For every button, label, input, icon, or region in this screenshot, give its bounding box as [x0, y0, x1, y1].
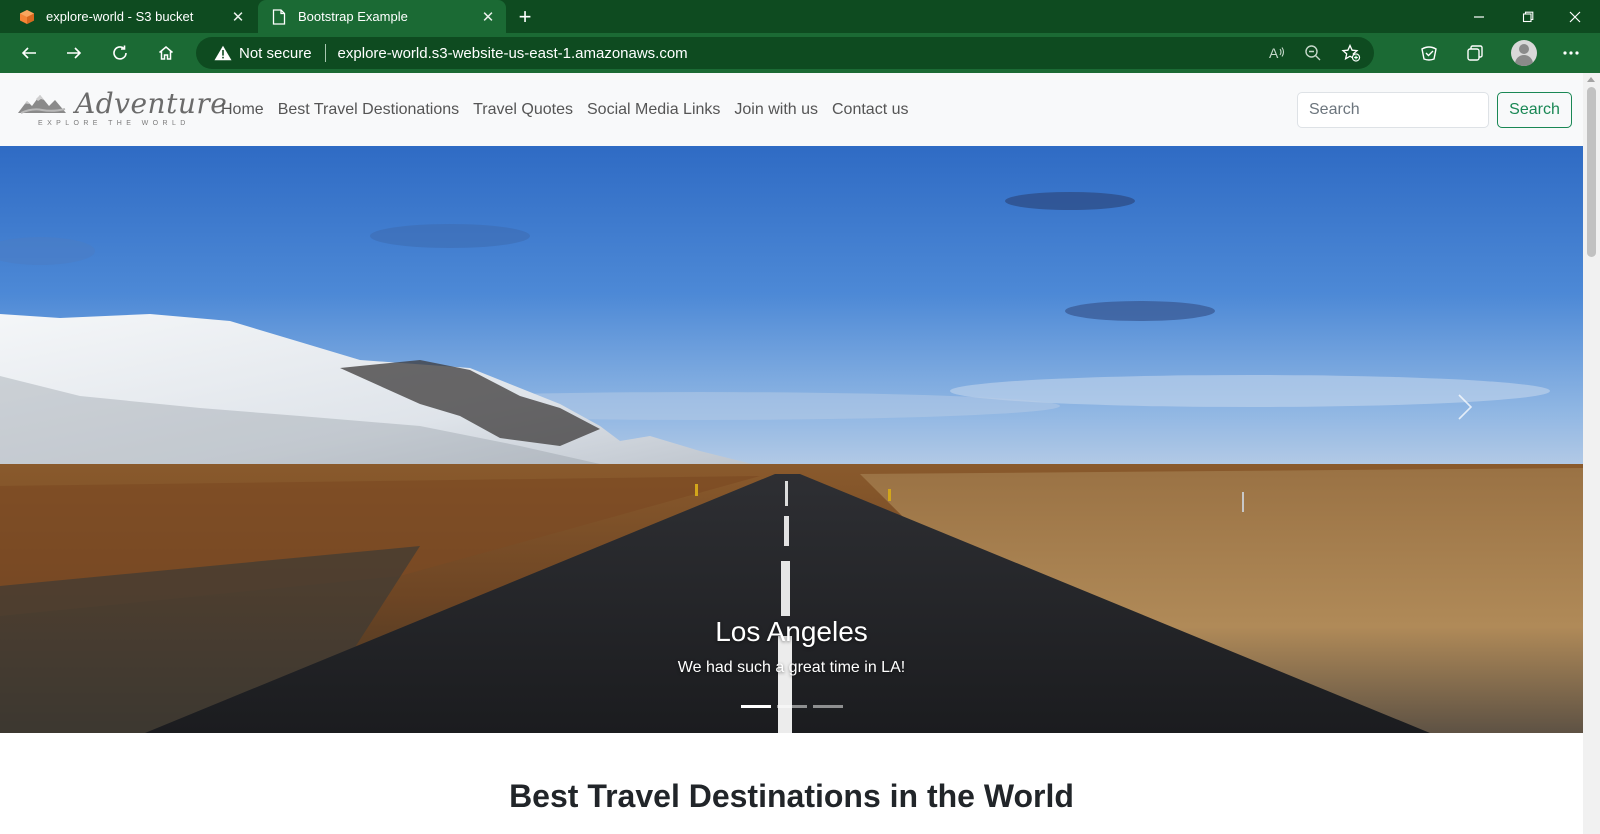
window-close-icon[interactable] — [1552, 0, 1598, 33]
zoom-out-icon[interactable] — [1298, 38, 1328, 68]
security-label[interactable]: Not secure — [239, 45, 312, 62]
carousel-indicator-2[interactable] — [776, 705, 807, 708]
forward-arrow-icon[interactable] — [58, 38, 90, 68]
hero-carousel: Los Angeles We had such a great time in … — [0, 146, 1583, 733]
search-input[interactable] — [1297, 92, 1489, 128]
close-icon[interactable]: ✕ — [476, 5, 500, 29]
browser-tab-strip: explore-world - S3 bucket ✕ Bootstrap Ex… — [0, 0, 1600, 33]
carousel-caption-title: Los Angeles — [715, 616, 868, 647]
carousel-caption-text: We had such a great time in LA! — [677, 659, 906, 676]
profile-avatar-icon[interactable] — [1511, 40, 1537, 66]
nav-link-home[interactable]: Home — [214, 101, 271, 119]
browser-toolbar: Not secure explore-world.s3-website-us-e… — [0, 33, 1600, 73]
tab-bootstrap-example[interactable]: Bootstrap Example ✕ — [258, 0, 506, 33]
page-icon — [270, 8, 288, 26]
nav-links: Home Best Travel Destionations Travel Qu… — [214, 73, 915, 146]
scroll-up-arrow-icon[interactable] — [1587, 77, 1595, 82]
section-heading: Best Travel Destinations in the World — [509, 778, 1074, 814]
add-favorite-star-icon[interactable] — [1336, 38, 1366, 68]
home-icon[interactable] — [150, 38, 182, 68]
nav-link-join[interactable]: Join with us — [727, 101, 825, 119]
tab-s3-bucket[interactable]: explore-world - S3 bucket ✕ — [0, 0, 256, 33]
minimize-icon[interactable] — [1456, 0, 1502, 33]
svg-text:A: A — [1269, 45, 1279, 61]
mountain-logo-icon — [18, 95, 66, 114]
tab-title: Bootstrap Example — [298, 9, 408, 24]
refresh-icon[interactable] — [104, 38, 136, 68]
scrollbar-thumb[interactable] — [1587, 87, 1596, 257]
restore-icon[interactable] — [1505, 0, 1551, 33]
brand-tagline: EXPLORE THE WORLD — [38, 120, 190, 127]
carousel-indicator-1[interactable] — [740, 705, 771, 708]
carousel-prev-control[interactable] — [98, 382, 138, 432]
page-viewport: Adventure EXPLORE THE WORLD Home Best Tr… — [0, 73, 1583, 834]
carousel-next-chevron-icon[interactable] — [1445, 382, 1485, 432]
read-aloud-icon[interactable]: A — [1262, 38, 1292, 68]
new-tab-plus-icon[interactable]: + — [512, 4, 538, 30]
avatar-head — [1519, 44, 1529, 54]
page-scrollbar[interactable] — [1583, 73, 1600, 834]
tab-title: explore-world - S3 bucket — [46, 9, 194, 24]
brand-name: Adventure — [75, 87, 228, 120]
close-icon[interactable]: ✕ — [226, 5, 250, 29]
warning-triangle-icon — [214, 44, 232, 62]
more-options-ellipsis-icon[interactable] — [1555, 38, 1587, 68]
search-button[interactable]: Search — [1497, 92, 1572, 128]
brand-logo[interactable]: Adventure EXPLORE THE WORLD — [18, 87, 227, 133]
browser-essentials-icon[interactable] — [1413, 38, 1445, 68]
site-navbar: Adventure EXPLORE THE WORLD Home Best Tr… — [0, 73, 1583, 146]
nav-link-destinations[interactable]: Best Travel Destionations — [271, 101, 466, 119]
carousel-indicators — [0, 705, 1583, 708]
nav-link-contact[interactable]: Contact us — [825, 101, 915, 119]
address-bar[interactable]: Not secure explore-world.s3-website-us-e… — [196, 37, 1374, 69]
url-text[interactable]: explore-world.s3-website-us-east-1.amazo… — [338, 45, 688, 62]
aws-box-icon — [18, 8, 36, 26]
carousel-indicator-3[interactable] — [812, 705, 843, 708]
back-arrow-icon[interactable] — [13, 38, 45, 68]
collections-icon[interactable] — [1459, 38, 1491, 68]
nav-link-social-media[interactable]: Social Media Links — [580, 101, 727, 119]
address-divider — [324, 44, 326, 62]
avatar-body — [1515, 55, 1533, 66]
nav-link-travel-quotes[interactable]: Travel Quotes — [466, 101, 580, 119]
